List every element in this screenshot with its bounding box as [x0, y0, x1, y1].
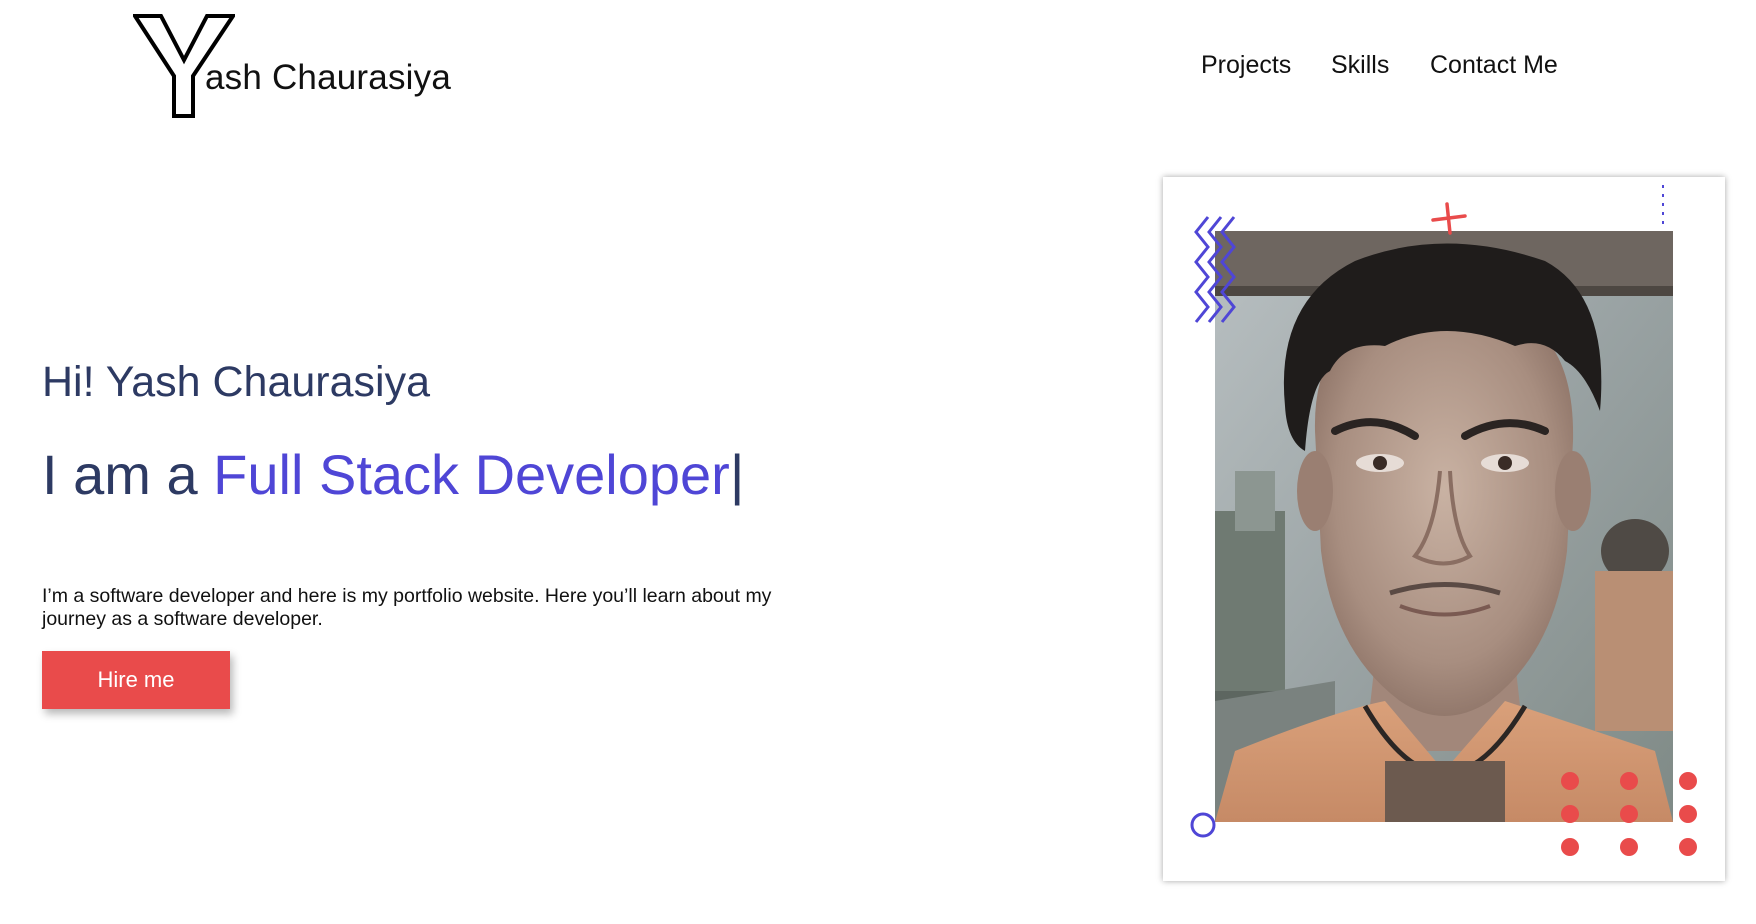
role-prefix: I am a — [42, 443, 214, 506]
hero-greeting: Hi! Yash Chaurasiya — [42, 358, 430, 406]
zigzag-decor-icon — [1194, 216, 1236, 323]
nav-contact-link[interactable]: Contact Me — [1430, 51, 1558, 80]
hero-description: I’m a software developer and here is my … — [42, 584, 772, 630]
circle-decor-icon — [1190, 812, 1216, 838]
nav-projects-link[interactable]: Projects — [1201, 51, 1291, 80]
photo-decorations — [1190, 185, 1697, 856]
role-highlight: Full Stack Developer — [213, 443, 730, 506]
plus-decor-icon — [1431, 202, 1467, 235]
hero-role: I am a Full Stack Developer| — [42, 442, 744, 507]
profile-photo-card — [1163, 177, 1725, 881]
logo-text: ash Chaurasiya — [205, 58, 451, 97]
hire-me-button[interactable]: Hire me — [42, 651, 230, 709]
typing-cursor: | — [729, 443, 745, 506]
nav-skills-link[interactable]: Skills — [1331, 51, 1389, 80]
site-header: ash Chaurasiya Projects Skills Contact M… — [0, 0, 1756, 130]
dot-grid-decor-icon — [1561, 772, 1697, 856]
